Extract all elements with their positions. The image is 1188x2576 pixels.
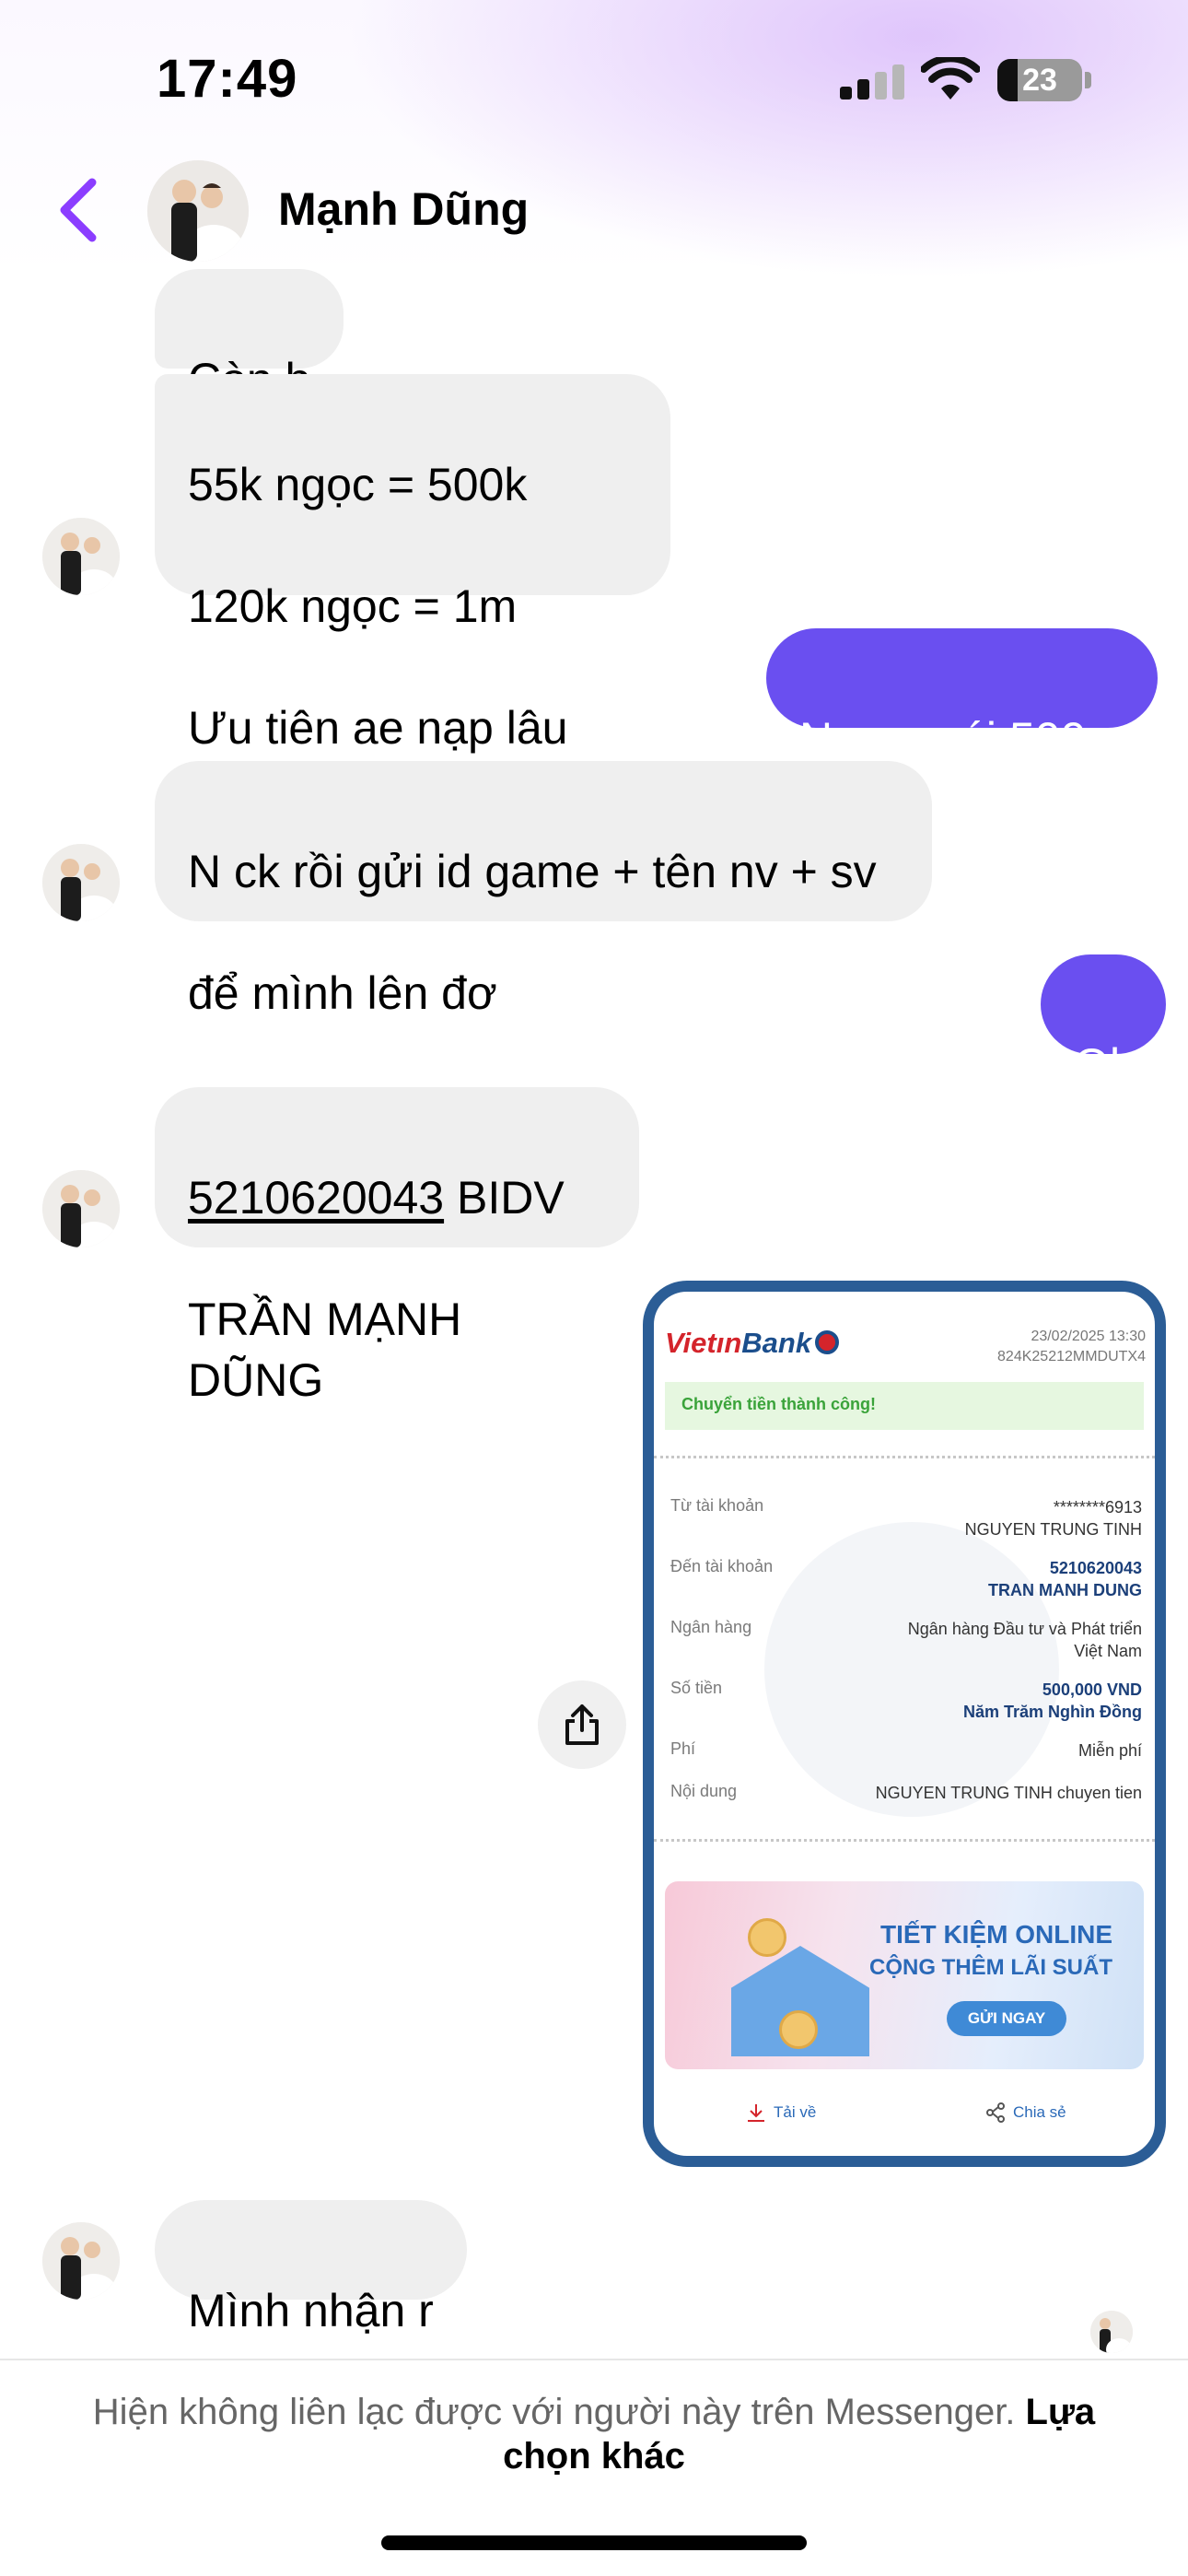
message-bubble-outgoing[interactable]: Nạp e gói 500 a (766, 628, 1159, 765)
download-action[interactable]: Tải về (746, 2102, 816, 2123)
chevron-left-icon[interactable] (52, 173, 107, 247)
divider (654, 1456, 1155, 1458)
home-indicator[interactable] (381, 2535, 807, 2550)
promo-banner[interactable]: TIẾT KIỆM ONLINE CỘNG THÊM LÃI SUẤT GỬI … (665, 1881, 1144, 2069)
status-time: 17:49 (157, 49, 298, 109)
divider (654, 1839, 1155, 1842)
promo-subtitle: CỘNG THÊM LÃI SUẤT (869, 1955, 1112, 1980)
promo-title: TIẾT KIỆM ONLINE (880, 1920, 1112, 1949)
message-text: Ok (1074, 1039, 1133, 1091)
message-line: để mình lên đơ (188, 967, 497, 1019)
promo-button[interactable]: GỬI NGAY (947, 2001, 1066, 2036)
message-bubble-incoming[interactable]: 55k ngọc = 500k 120k ngọc = 1m Ưu tiên a… (155, 374, 670, 814)
seen-indicator-avatar (1090, 2311, 1133, 2353)
share-icon (565, 1704, 599, 1745)
contact-avatar-small[interactable] (42, 518, 120, 595)
cellular-signal-icon (840, 63, 906, 100)
unavailable-notice: Hiện không liên lạc được với người này t… (55, 2390, 1133, 2478)
message-line: 55k ngọc = 500k (188, 459, 528, 510)
receipt-date: 23/02/2025 13:30 824K25212MMDUTX4 (997, 1329, 1146, 1364)
message-text: BIDV (444, 1172, 565, 1224)
contact-name[interactable]: Mạnh Dũng (278, 182, 529, 236)
vietinbank-logo: VietınBank (665, 1327, 840, 1360)
contact-avatar[interactable] (147, 160, 249, 262)
message-bubble-incoming[interactable]: Còn b (155, 269, 344, 405)
share-button[interactable] (538, 1680, 626, 1769)
battery-level: 23 (1022, 62, 1057, 98)
wifi-icon (921, 57, 980, 100)
share-nodes-icon (986, 2102, 1005, 2123)
message-bubble-incoming[interactable]: Mình nhận r (155, 2200, 467, 2336)
message-line: N ck rồi gửi id game + tên nv + sv (188, 846, 877, 897)
receipt-status: Chuyển tiền thành công! (665, 1382, 1144, 1430)
download-icon (748, 2104, 764, 2122)
share-action[interactable]: Chia sẻ (985, 2102, 1066, 2123)
coin-illustration (779, 2010, 818, 2049)
battery-tip (1085, 72, 1091, 88)
coin-illustration (748, 1918, 786, 1957)
message-bubble-outgoing[interactable]: Ok (1041, 954, 1166, 1091)
contact-avatar-small[interactable] (42, 2222, 120, 2300)
message-bubble-incoming[interactable]: N ck rồi gửi id game + tên nv + sv để mì… (155, 761, 932, 1019)
account-number-link[interactable]: 5210620043 (188, 1172, 444, 1224)
message-line: TRẦN MẠNH DŨNG (188, 1294, 462, 1406)
contact-avatar-small[interactable] (42, 1170, 120, 1247)
message-line: 120k ngọc = 1m (188, 580, 518, 632)
message-text-prefix: Nạp e gói (799, 713, 1009, 765)
conversation-header: Mạnh Dũng (0, 147, 1188, 276)
message-text-suffix: a (1086, 713, 1125, 765)
status-bar: 17:49 23 (0, 0, 1188, 147)
notice-text: Hiện không liên lạc được với người này t… (92, 2392, 1026, 2432)
battery-icon: 23 (997, 59, 1082, 101)
contact-avatar-small[interactable] (42, 844, 120, 921)
message-text-underlined[interactable]: 500 (1009, 713, 1086, 765)
message-bubble-incoming[interactable]: 5210620043 BIDV TRẦN MẠNH DŨNG (155, 1087, 639, 1406)
transfer-receipt-image[interactable]: VietınBank 23/02/2025 13:30 824K25212MMD… (643, 1281, 1166, 2167)
message-text: Mình nhận r (188, 2285, 434, 2336)
footer-divider (0, 2359, 1188, 2360)
